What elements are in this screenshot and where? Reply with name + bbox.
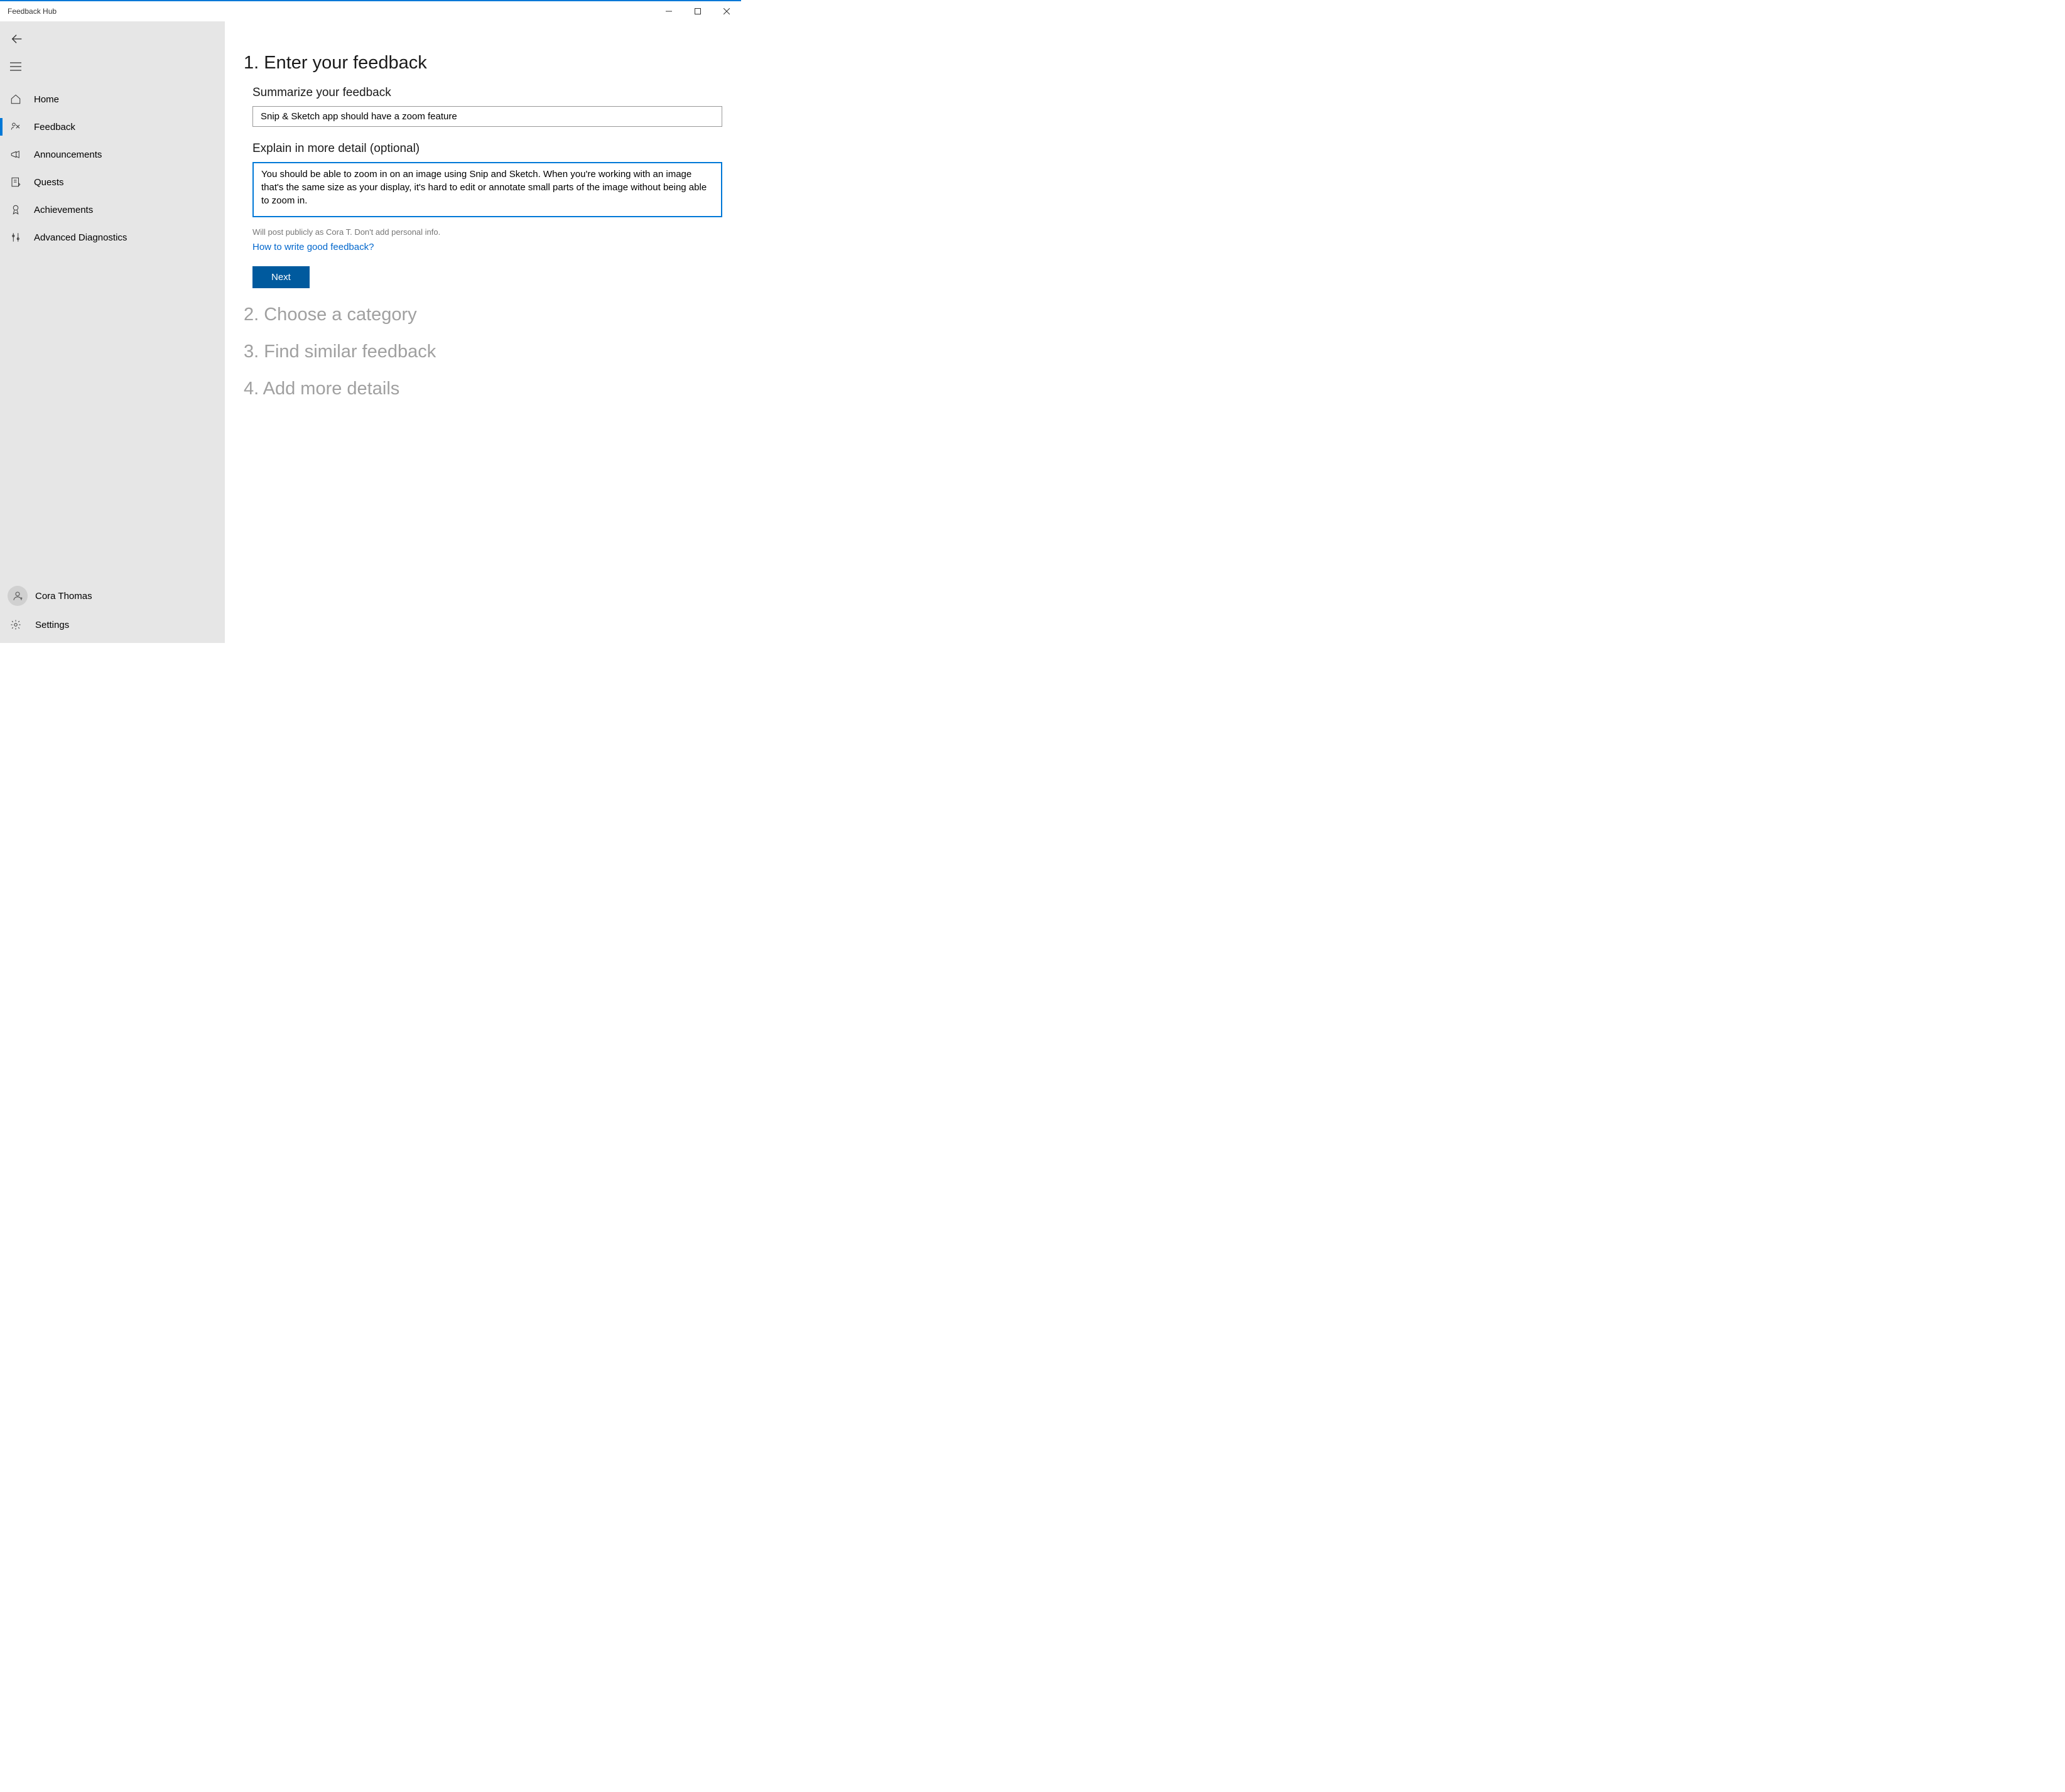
back-button[interactable]	[0, 26, 225, 54]
avatar-icon	[8, 586, 28, 606]
step2-heading: 2. Choose a category	[244, 305, 722, 325]
diagnostics-icon	[10, 232, 34, 243]
sidebar-item-announcements[interactable]: Announcements	[0, 141, 225, 168]
sidebar-item-label: Feedback	[34, 122, 75, 132]
sidebar-item-label: Quests	[34, 177, 64, 188]
close-button[interactable]	[712, 1, 741, 21]
settings-label: Settings	[35, 620, 69, 630]
feedback-icon	[10, 121, 34, 132]
account-button[interactable]: Cora Thomas	[0, 581, 225, 610]
window-title: Feedback Hub	[8, 7, 57, 16]
account-name: Cora Thomas	[35, 591, 92, 602]
back-arrow-icon	[10, 32, 24, 48]
sidebar-item-home[interactable]: Home	[0, 85, 225, 113]
privacy-hint: Will post publicly as Cora T. Don't add …	[252, 227, 722, 237]
sidebar: Home Feedback	[0, 21, 225, 643]
sidebar-item-label: Home	[34, 94, 59, 105]
step1-heading: 1. Enter your feedback	[244, 53, 722, 73]
sidebar-bottom: Cora Thomas Settings	[0, 581, 225, 643]
howto-link[interactable]: How to write good feedback?	[252, 242, 374, 252]
sidebar-item-achievements[interactable]: Achievements	[0, 196, 225, 224]
sidebar-item-label: Achievements	[34, 205, 93, 215]
summarize-label: Summarize your feedback	[252, 86, 722, 100]
detail-label: Explain in more detail (optional)	[252, 142, 722, 156]
app-window: Feedback Hub	[0, 0, 741, 643]
summary-input[interactable]	[252, 106, 722, 127]
sidebar-item-label: Announcements	[34, 149, 102, 160]
sidebar-item-feedback[interactable]: Feedback	[0, 113, 225, 141]
quests-icon	[10, 176, 34, 188]
minimize-button[interactable]	[654, 1, 683, 21]
settings-button[interactable]: Settings	[0, 610, 225, 639]
hamburger-icon	[10, 61, 21, 75]
window-controls	[654, 1, 741, 21]
sidebar-item-advanced-diagnostics[interactable]: Advanced Diagnostics	[0, 224, 225, 251]
detail-textarea[interactable]	[252, 162, 722, 217]
next-button[interactable]: Next	[252, 266, 310, 288]
titlebar: Feedback Hub	[0, 1, 741, 21]
sidebar-item-label: Advanced Diagnostics	[34, 232, 127, 243]
step3-heading: 3. Find similar feedback	[244, 342, 722, 362]
ribbon-icon	[10, 204, 34, 215]
megaphone-icon	[10, 149, 34, 160]
maximize-button[interactable]	[683, 1, 712, 21]
hamburger-button[interactable]	[0, 54, 225, 82]
step4-heading: 4. Add more details	[244, 379, 722, 399]
main-content: 1. Enter your feedback Summarize your fe…	[225, 21, 741, 643]
sidebar-item-quests[interactable]: Quests	[0, 168, 225, 196]
home-icon	[10, 94, 34, 105]
nav-list: Home Feedback	[0, 85, 225, 581]
gear-icon	[8, 619, 35, 630]
